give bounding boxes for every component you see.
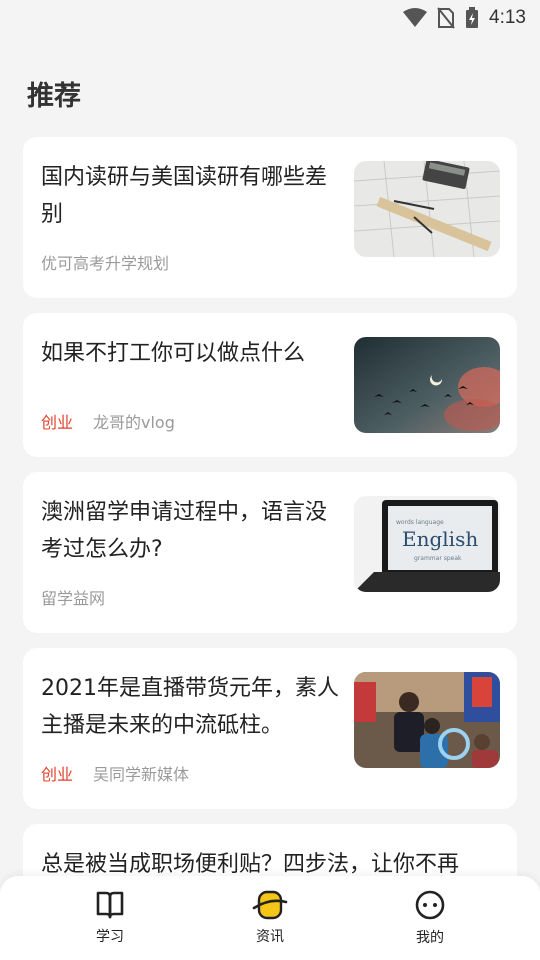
page-title: 推荐: [27, 81, 81, 112]
tab-label: 学习: [96, 929, 124, 945]
livestream-people-photo: [354, 672, 500, 768]
article-meta: 优可高考升学规划: [41, 250, 169, 274]
article-tag: 创业: [41, 413, 74, 432]
tab-label: 我的: [416, 930, 444, 946]
svg-text:English: English: [402, 527, 478, 551]
status-time: 4:13: [489, 7, 526, 28]
tab-label: 资讯: [256, 929, 284, 945]
birds-moon-sky-photo: [354, 337, 500, 433]
tab-mine[interactable]: 我的: [385, 889, 475, 947]
english-laptop-photo: English words language grammar speak: [354, 496, 500, 592]
article-meta: 创业 龙哥的vlog: [41, 409, 175, 433]
tab-study[interactable]: 学习: [65, 890, 155, 946]
article-tag: 创业: [41, 765, 74, 784]
smiley-icon: [415, 890, 445, 920]
article-feed: 国内读研与美国读研有哪些差别 优可高考升学规划 如果不打工你可以做点什么 创业 …: [23, 137, 517, 904]
article-card[interactable]: 国内读研与美国读研有哪些差别 优可高考升学规划: [23, 137, 517, 298]
wifi-icon: [403, 8, 428, 28]
article-card[interactable]: 澳洲留学申请过程中，语言没考过怎么办? 留学益网 English words l…: [23, 472, 517, 633]
article-meta: 创业 吴同学新媒体: [41, 761, 189, 785]
article-author: 龙哥的vlog: [93, 413, 175, 432]
article-card[interactable]: 2021年是直播带货元年，素人主播是未来的中流砥柱。 创业 吴同学新媒体: [23, 648, 517, 809]
article-meta: 留学益网: [41, 585, 105, 609]
article-author: 吴同学新媒体: [93, 765, 190, 784]
svg-text:grammar speak: grammar speak: [414, 555, 462, 562]
no-sim-icon: [437, 7, 455, 29]
article-card[interactable]: 如果不打工你可以做点什么 创业 龙哥的vlog: [23, 313, 517, 457]
book-icon: [96, 891, 124, 919]
svg-text:words language: words language: [396, 519, 444, 526]
article-title: 国内读研与美国读研有哪些差别: [41, 165, 328, 227]
tab-news[interactable]: 资讯: [225, 890, 315, 946]
article-author: 留学益网: [41, 589, 106, 608]
planet-icon: [252, 890, 288, 920]
article-title: 如果不打工你可以做点什么: [41, 341, 306, 366]
status-bar: 4:13: [0, 0, 540, 36]
drafting-tools-photo: [354, 161, 500, 257]
article-title: 澳洲留学申请过程中，语言没考过怎么办?: [41, 500, 328, 562]
bottom-tab-bar: 学习 资讯 我的: [0, 876, 540, 960]
article-author: 优可高考升学规划: [41, 254, 170, 273]
article-title: 2021年是直播带货元年，素人主播是未来的中流砥柱。: [41, 676, 339, 738]
battery-charging-icon: [465, 7, 479, 29]
